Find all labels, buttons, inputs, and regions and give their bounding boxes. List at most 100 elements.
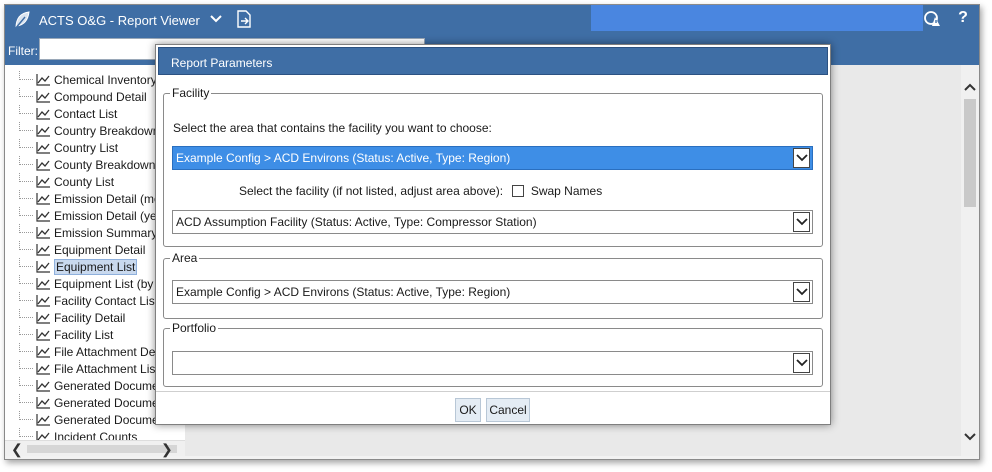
portfolio-group: Portfolio [163,321,823,387]
chevron-down-icon[interactable] [793,148,810,168]
scroll-thumb[interactable] [27,445,177,453]
portfolio-legend: Portfolio [170,321,219,335]
tree-item[interactable]: Country Breakdown [19,122,159,139]
tree-item[interactable]: Facility List [19,326,113,343]
scroll-right-icon[interactable]: ❯ [161,441,173,458]
facility-prompt-row: Select the facility (if not listed, adju… [239,184,602,198]
facility-area-select[interactable]: Example Config > ACD Environs (Status: A… [172,146,813,170]
swap-names-checkbox[interactable] [512,185,525,197]
chevron-down-icon[interactable] [793,353,810,373]
facility-legend: Facility [170,86,212,100]
tree-connector [19,207,33,216]
line-chart-icon [36,294,51,307]
tree-connector [19,88,33,97]
tree-item-label: Emission Summary [54,225,158,240]
tree-connector [19,309,33,318]
app-title: ACTS O&G - Report Viewer [39,12,200,28]
tree-item[interactable]: Emission Detail (mor [19,190,165,207]
tree-item[interactable]: Country List [19,139,118,156]
line-chart-icon [36,396,51,409]
swap-names-label[interactable]: Swap Names [531,184,602,198]
tree-item-label: File Attachment Deta [54,344,166,359]
tree-connector [19,411,33,420]
tree-item[interactable]: File Attachment List [19,360,159,377]
tree-item-label: Emission Detail (mor [54,191,165,206]
tree-connector [19,105,33,114]
tree-connector [19,173,33,182]
tree-connector [19,377,33,386]
facility-group: Facility Select the area that contains t… [163,86,823,247]
vertical-scrollbar[interactable] [961,65,979,456]
line-chart-icon [36,345,51,358]
user-alert-icon[interactable] [923,9,943,29]
line-chart-icon [36,243,51,256]
horizontal-scrollbar[interactable]: ❮ ❯ [5,440,185,458]
tree-item[interactable]: Facility Detail [19,309,125,326]
tree-item[interactable]: County Breakdown [19,156,155,173]
tree-connector [19,71,33,80]
tree-item-label: Equipment Detail [54,242,146,257]
scroll-left-icon[interactable]: ❮ [11,441,23,458]
scroll-up-icon[interactable] [964,79,976,94]
area-prompt: Select the area that contains the facili… [173,121,492,135]
tree-item[interactable]: Emission Detail (year [19,207,167,224]
tree-item-label: Country List [54,140,119,155]
chevron-down-icon[interactable] [793,282,810,302]
line-chart-icon [36,311,51,324]
tree-item-label: Equipment List [54,258,138,275]
line-chart-icon [36,209,51,222]
tree-item-label: File Attachment List [54,361,159,376]
tree-connector [19,258,33,267]
tree-item-label: Generated Documer [54,395,163,410]
line-chart-icon [36,328,51,341]
tree-item[interactable]: Generated Documer [19,411,163,428]
cancel-button[interactable]: Cancel [486,398,530,422]
tree-item[interactable]: Chemical Inventory [19,71,157,88]
tree-connector [19,275,33,284]
line-chart-icon [36,175,51,188]
line-chart-icon [36,379,51,392]
report-parameters-dialog: Report Parameters Facility Select the ar… [155,44,831,425]
area-select[interactable]: Example Config > ACD Environs (Status: A… [172,280,813,304]
tree-item[interactable]: County List [19,173,114,190]
scroll-down-icon[interactable] [964,429,976,444]
line-chart-icon [36,141,51,154]
tree-item-label: Facility List [54,327,114,342]
ok-button[interactable]: OK [455,398,481,422]
filter-label: Filter: [8,44,38,58]
area-value: Example Config > ACD Environs (Status: A… [176,285,511,299]
tree-item[interactable]: Equipment List (by t [19,275,160,292]
tree-item-label: Equipment List (by t [54,276,161,291]
tree-item-label: Compound Detail [54,89,147,104]
tree-item[interactable]: File Attachment Deta [19,343,165,360]
tree-item[interactable]: Generated Documer [19,394,163,411]
chevron-down-icon[interactable] [793,212,810,232]
facility-prompt: Select the facility (if not listed, adju… [239,184,504,198]
line-chart-icon [36,124,51,137]
document-export-icon[interactable] [236,10,254,30]
facility-area-value: Example Config > ACD Environs (Status: A… [176,151,511,165]
portfolio-select[interactable] [172,351,813,375]
line-chart-icon [36,192,51,205]
scroll-thumb[interactable] [964,99,976,207]
tree-item[interactable]: Emission Summary [19,224,157,241]
tree-connector [19,343,33,352]
chevron-down-icon[interactable] [210,14,222,26]
tree-item[interactable]: Compound Detail [19,88,147,105]
line-chart-icon [36,73,51,86]
tree-item[interactable]: Equipment Detail [19,241,145,258]
tree-item[interactable]: Contact List [19,105,117,122]
line-chart-icon [36,430,51,440]
search-box[interactable] [591,5,923,31]
tree-connector [19,122,33,131]
facility-select[interactable]: ACD Assumption Facility (Status: Active,… [172,210,813,234]
tree-item[interactable]: Equipment List [19,258,138,275]
tree-item-label: Contact List [54,106,118,121]
leaf-icon [11,9,33,31]
tree-item-label: Generated Documer [54,412,163,427]
help-icon[interactable]: ? [953,9,973,29]
tree-connector [19,428,33,437]
tree-item[interactable]: Facility Contact List [19,292,158,309]
tree-item[interactable]: Generated Documer [19,377,163,394]
tree-item[interactable]: Incident Counts [19,428,137,440]
